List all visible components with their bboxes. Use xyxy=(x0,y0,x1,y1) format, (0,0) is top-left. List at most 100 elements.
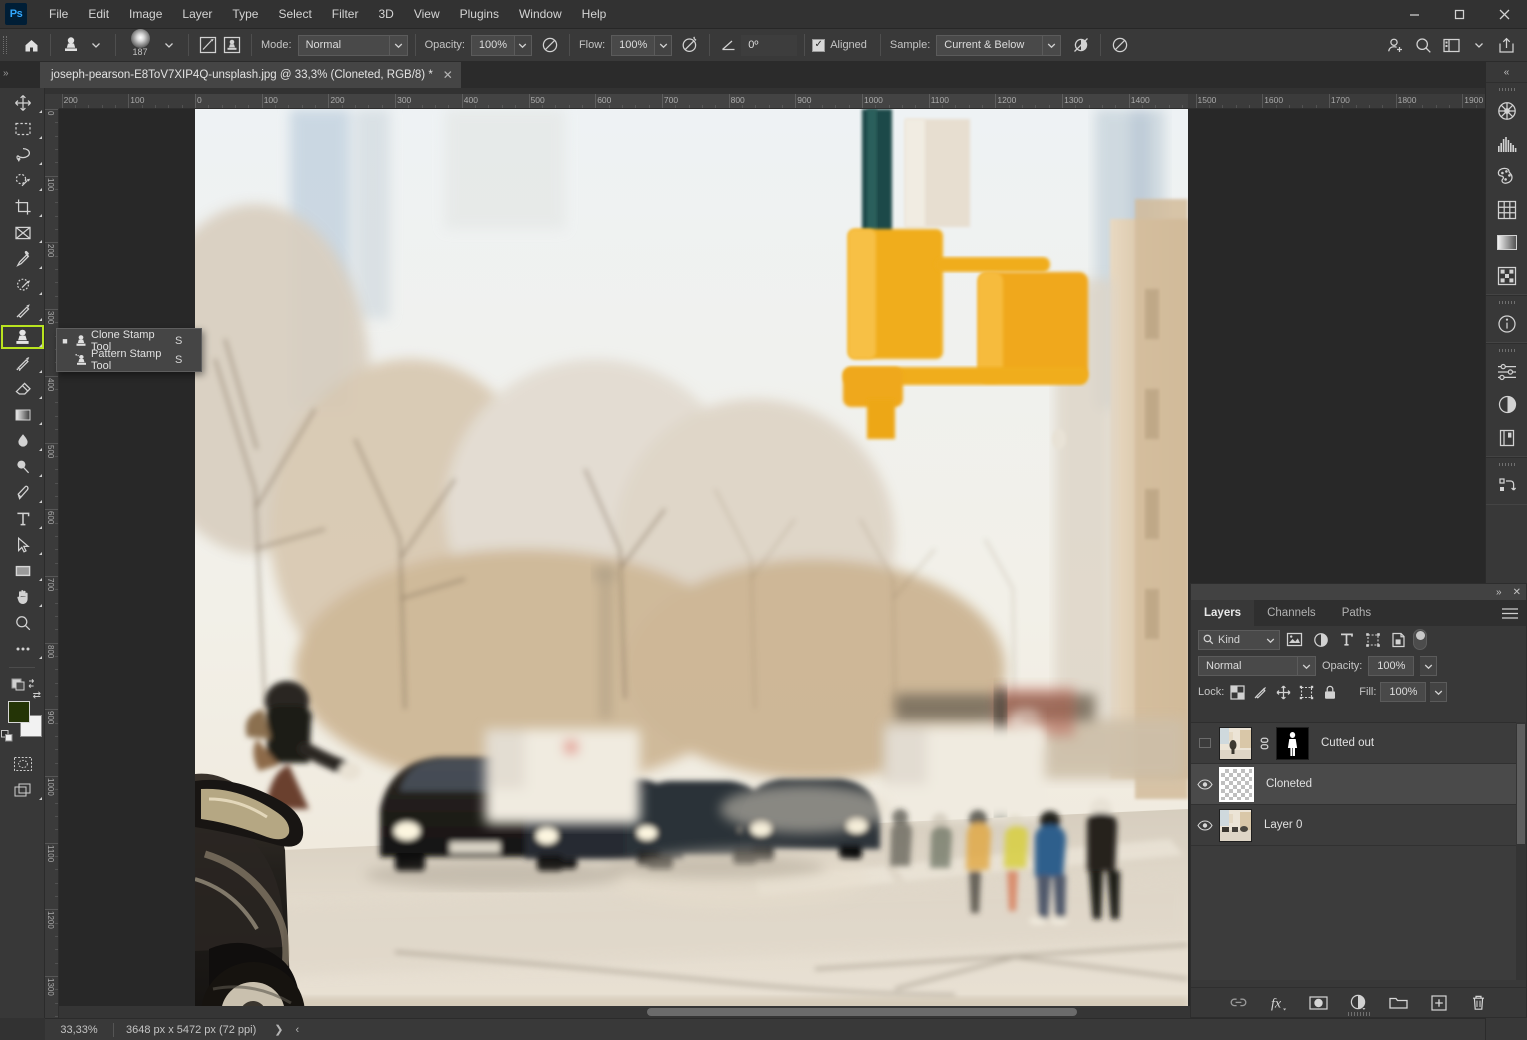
document-tab[interactable]: joseph-pearson-E8ToV7XIP4Q-unsplash.jpg … xyxy=(40,62,461,88)
airbrush-icon[interactable] xyxy=(678,33,702,57)
clone-source-panel-icon[interactable] xyxy=(220,33,244,57)
blend-mode-select[interactable]: Normal xyxy=(297,34,408,56)
zoom-tool[interactable] xyxy=(0,610,45,636)
close-icon[interactable]: ✕ xyxy=(1513,587,1521,598)
layer-name[interactable]: Layer 0 xyxy=(1264,819,1302,831)
gradients-icon[interactable] xyxy=(1486,226,1527,259)
lasso-tool[interactable] xyxy=(0,142,45,168)
horizontal-ruler[interactable]: 200 100 0 100 200 300 400 500 600 700 800 900 1000 11… xyxy=(45,94,1485,109)
menu-item-plugins[interactable]: Plugins xyxy=(450,3,509,25)
pen-tool[interactable] xyxy=(0,480,45,506)
hand-tool[interactable] xyxy=(0,584,45,610)
opacity-input[interactable]: 100% xyxy=(470,34,515,56)
options-bar-grip[interactable] xyxy=(0,29,9,62)
foreground-color-swatch[interactable] xyxy=(8,701,30,723)
move-tool[interactable] xyxy=(0,90,45,116)
blur-tool[interactable] xyxy=(0,428,45,454)
angle-input[interactable]: 0º xyxy=(741,34,798,56)
vertical-ruler[interactable]: 0 100 200 300 400 500 600 700 800 900 1000 1100 1200… xyxy=(45,109,59,1018)
menu-item-layer[interactable]: Layer xyxy=(172,3,222,25)
tab-layers[interactable]: Layers xyxy=(1191,600,1255,626)
layer-visibility-toggle[interactable] xyxy=(1191,764,1219,805)
pressure-size-icon[interactable] xyxy=(1108,33,1132,57)
sample-select[interactable]: Current & Below xyxy=(936,34,1062,56)
edit-toolbar-button[interactable] xyxy=(0,636,45,662)
type-layers-icon[interactable] xyxy=(1335,629,1358,650)
eyedropper-tool[interactable] xyxy=(0,246,45,272)
double-chevron-left-icon[interactable]: « xyxy=(1486,62,1527,82)
add-layer-mask-icon[interactable] xyxy=(1309,992,1329,1014)
scrollbar-thumb[interactable] xyxy=(1517,724,1525,844)
status-collapse-arrow[interactable]: ‹ xyxy=(289,1024,305,1036)
share-user-icon[interactable] xyxy=(1383,33,1408,57)
layer-visibility-toggle[interactable] xyxy=(1191,723,1219,764)
libraries-icon[interactable] xyxy=(1486,421,1527,454)
menu-item-3d[interactable]: 3D xyxy=(368,3,403,25)
rectangle-tool[interactable] xyxy=(0,558,45,584)
rectangular-marquee-tool[interactable] xyxy=(0,116,45,142)
flow-input[interactable]: 100% xyxy=(611,34,656,56)
tool-preset-chevron-down-icon[interactable] xyxy=(84,33,108,57)
workspace-icon[interactable] xyxy=(1439,33,1464,57)
smart-object-icon[interactable] xyxy=(1387,629,1410,650)
adjustment-layers-icon[interactable] xyxy=(1309,629,1332,650)
adjustments-icon[interactable] xyxy=(1486,355,1527,388)
maximize-button[interactable] xyxy=(1437,0,1482,28)
new-group-icon[interactable] xyxy=(1389,992,1409,1014)
object-selection-tool[interactable] xyxy=(0,168,45,194)
layer-visibility-toggle[interactable] xyxy=(1191,805,1219,846)
link-icon[interactable] xyxy=(1258,737,1270,750)
lock-position-icon[interactable] xyxy=(1274,683,1293,702)
layers-panel-titlebar[interactable]: » ✕ xyxy=(1191,584,1526,600)
layer-fill-stepper[interactable] xyxy=(1430,682,1448,702)
eraser-tool[interactable] xyxy=(0,376,45,402)
brush-tool[interactable] xyxy=(0,298,45,324)
path-selection-tool[interactable] xyxy=(0,532,45,558)
double-chevron-right-icon[interactable]: » xyxy=(1496,587,1502,598)
lock-transparent-pixels-icon[interactable] xyxy=(1228,683,1247,702)
histogram-icon[interactable] xyxy=(1486,127,1527,160)
delete-layer-icon[interactable] xyxy=(1469,992,1489,1014)
menu-item-edit[interactable]: Edit xyxy=(78,3,119,25)
table-row[interactable]: Cutted out xyxy=(1191,723,1526,764)
flow-stepper[interactable] xyxy=(655,34,673,56)
info-icon[interactable] xyxy=(1486,307,1527,340)
swap-colors-icon[interactable]: ⇄ xyxy=(33,690,41,701)
zoom-level[interactable]: 33,33% xyxy=(45,1024,113,1036)
menu-item-help[interactable]: Help xyxy=(572,3,617,25)
opacity-stepper[interactable] xyxy=(514,34,532,56)
export-icon[interactable] xyxy=(1494,33,1519,57)
menu-item-file[interactable]: File xyxy=(39,3,78,25)
rail-grip[interactable] xyxy=(1486,298,1527,307)
layer-thumbnail[interactable] xyxy=(1219,808,1252,842)
ignore-adjustment-layers-icon[interactable] xyxy=(1069,33,1093,57)
swatches-icon[interactable] xyxy=(1486,160,1527,193)
scrollbar-thumb[interactable] xyxy=(647,1008,1077,1016)
close-icon[interactable]: ✕ xyxy=(443,68,453,82)
half-circle-adjust-icon[interactable] xyxy=(1486,388,1527,421)
menu-item-window[interactable]: Window xyxy=(509,3,572,25)
tool-preset-picker[interactable] xyxy=(58,33,84,57)
layer-thumbnail[interactable] xyxy=(1219,766,1254,802)
crop-tool[interactable] xyxy=(0,194,45,220)
frame-tool[interactable] xyxy=(0,220,45,246)
hamburger-icon[interactable] xyxy=(1502,608,1518,622)
status-expand-arrow[interactable]: ❯ xyxy=(268,1023,289,1036)
layer-thumbnail[interactable] xyxy=(1219,726,1252,760)
layer-opacity-stepper[interactable] xyxy=(1420,656,1438,676)
brush-panel-icon[interactable] xyxy=(196,33,220,57)
styles-icon[interactable] xyxy=(1486,259,1527,292)
dodge-tool[interactable] xyxy=(0,454,45,480)
search-icon[interactable] xyxy=(1411,33,1436,57)
menu-item-filter[interactable]: Filter xyxy=(322,3,369,25)
ruler-corner[interactable] xyxy=(45,94,59,109)
lock-artboard-nesting-icon[interactable] xyxy=(1297,683,1316,702)
actions-icon[interactable] xyxy=(1486,469,1527,502)
home-icon[interactable] xyxy=(19,33,43,57)
layer-blend-mode-select[interactable]: Normal xyxy=(1198,656,1316,676)
lock-all-icon[interactable] xyxy=(1320,683,1339,702)
layers-list-scrollbar[interactable] xyxy=(1516,722,1526,980)
layer-opacity-input[interactable]: 100% xyxy=(1368,656,1415,676)
layer-name[interactable]: Cutted out xyxy=(1321,737,1374,749)
menu-item-select[interactable]: Select xyxy=(268,3,321,25)
